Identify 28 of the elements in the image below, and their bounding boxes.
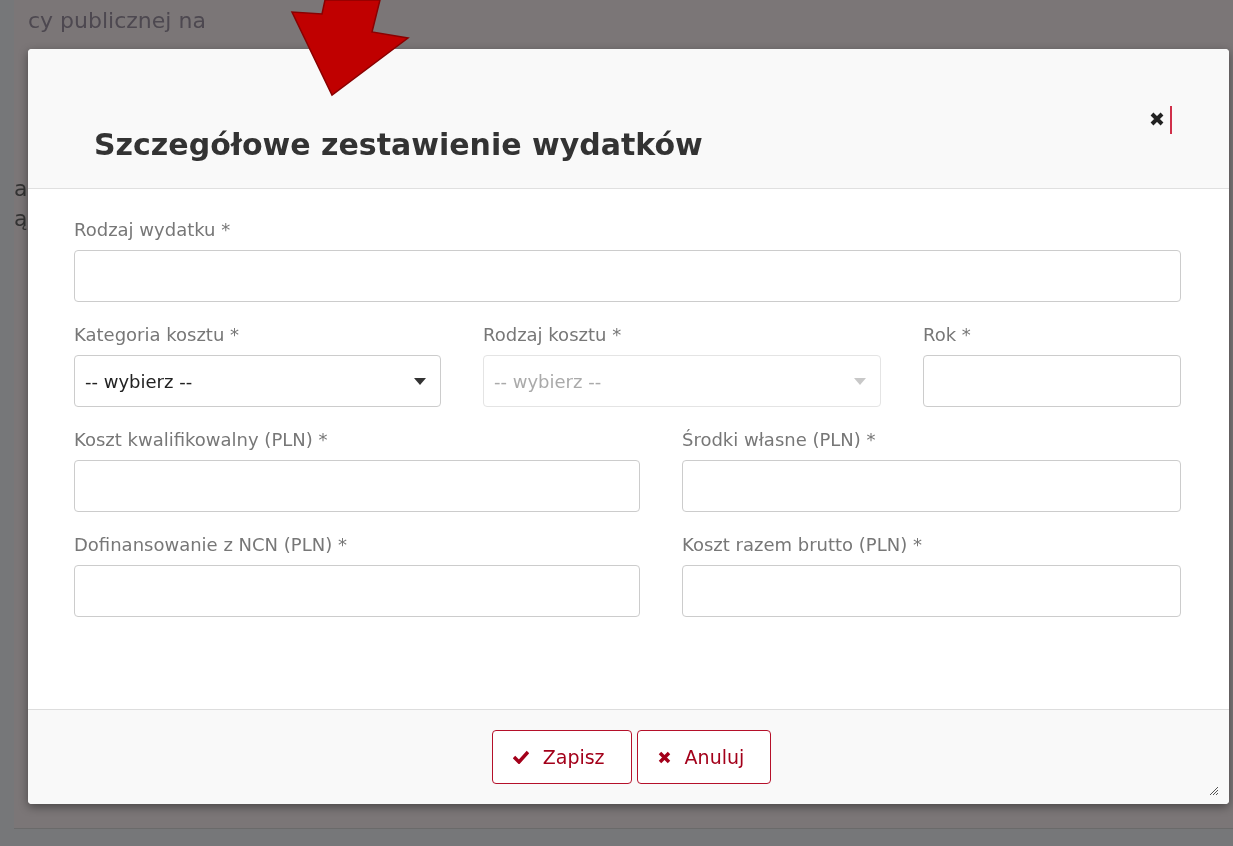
close-icon bbox=[1149, 111, 1165, 127]
field-label: Rok * bbox=[923, 324, 972, 345]
background-text: ą bbox=[14, 206, 28, 231]
input-field[interactable] bbox=[682, 460, 1181, 512]
input-field[interactable] bbox=[923, 355, 1181, 407]
cancel-button[interactable]: Anuluj bbox=[636, 730, 772, 784]
close-icon bbox=[657, 750, 671, 764]
input-field[interactable] bbox=[74, 250, 1181, 302]
field-label: Dofinansowanie z NCN (PLN) * bbox=[74, 534, 348, 555]
select-field: -- wybierz -- bbox=[483, 355, 881, 407]
dialog-title: Szczegółowe zestawienie wydatków bbox=[94, 127, 703, 162]
save-button[interactable]: Zapisz bbox=[491, 730, 632, 784]
input-field[interactable] bbox=[74, 460, 640, 512]
resize-grip-icon bbox=[1209, 786, 1219, 796]
field-label: Kategoria kosztu * bbox=[74, 324, 241, 345]
field-label: Koszt razem brutto (PLN) * bbox=[682, 534, 923, 555]
field-label: Koszt kwalifikowalny (PLN) * bbox=[74, 429, 329, 450]
field-label: Rodzaj kosztu * bbox=[483, 324, 623, 345]
background-text: a bbox=[14, 176, 28, 201]
text-cursor bbox=[1170, 106, 1172, 134]
field-label: Środki własne (PLN) * bbox=[682, 429, 877, 450]
field-label: Rodzaj wydatku * bbox=[74, 219, 232, 240]
caret-icon bbox=[414, 377, 426, 385]
input-field[interactable] bbox=[682, 565, 1181, 617]
caret-icon bbox=[854, 377, 866, 385]
checkmark-icon bbox=[512, 750, 529, 764]
input-field[interactable] bbox=[74, 565, 640, 617]
select-field[interactable]: -- wybierz -- bbox=[74, 355, 441, 407]
